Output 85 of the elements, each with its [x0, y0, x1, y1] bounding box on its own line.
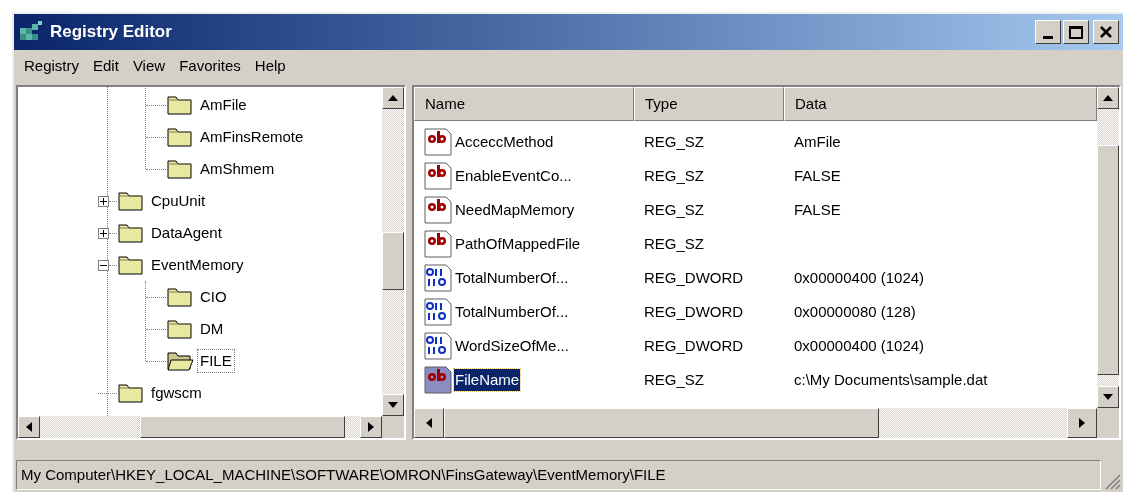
column-header[interactable]: Name	[414, 87, 634, 121]
column-header[interactable]: Type	[634, 87, 784, 121]
value-type: REG_DWORD	[644, 302, 744, 320]
binary-value-icon	[422, 331, 454, 361]
expand-button[interactable]	[98, 195, 109, 207]
scroll-up-button[interactable]	[382, 87, 404, 109]
value-data: 0x00000400 (1024)	[794, 268, 925, 286]
value-name[interactable]: PathOfMappedFile	[454, 232, 582, 256]
menu-item[interactable]: Edit	[87, 54, 125, 78]
value-data: 0x00000080 (128)	[794, 302, 916, 320]
value-type: REG_SZ	[644, 370, 704, 388]
scroll-right-button[interactable]	[360, 416, 382, 438]
scroll-up-button[interactable]	[1097, 87, 1119, 109]
string-value-icon	[422, 127, 454, 157]
value-name[interactable]: TotalNumberOf...	[454, 266, 570, 290]
up-arrow-icon	[388, 95, 398, 101]
tree-item[interactable]: EventMemory	[149, 253, 246, 277]
scroll-right-button[interactable]	[1067, 408, 1097, 438]
string-value-icon	[422, 229, 454, 259]
value-name[interactable]: FileName	[454, 368, 521, 392]
scrollbar-corner	[382, 416, 404, 438]
tree-item[interactable]: AmFinsRemote	[198, 125, 306, 149]
value-name[interactable]: EnableEventCo...	[454, 164, 573, 188]
collapse-button[interactable]	[98, 259, 109, 271]
window-title: Registry Editor	[50, 21, 172, 44]
down-arrow-icon	[388, 402, 398, 408]
menu-item[interactable]: View	[126, 54, 172, 78]
scroll-down-button[interactable]	[1097, 386, 1119, 408]
binary-value-icon	[422, 263, 454, 293]
value-name[interactable]: NeedMapMemory	[454, 198, 576, 222]
close-icon	[1099, 26, 1113, 38]
string-value-icon	[422, 365, 454, 395]
plus-icon	[100, 229, 107, 237]
value-data: 0x00000400 (1024)	[794, 336, 925, 354]
resize-grip-icon	[1103, 472, 1121, 490]
scrollbar-corner	[1097, 408, 1119, 438]
left-arrow-icon	[26, 422, 32, 432]
value-data: c:\My Documents\sample.dat	[794, 370, 988, 388]
status-path: My Computer\HKEY_LOCAL_MACHINE\SOFTWARE\OMRON\FinsGateway\EventMemory\FILE	[21, 464, 666, 485]
minimize-icon	[1043, 36, 1053, 39]
right-arrow-icon	[1079, 418, 1085, 428]
value-name[interactable]: TotalNumberOf...	[454, 300, 570, 324]
value-data: FALSE	[794, 166, 841, 184]
menu-item[interactable]: Registry	[18, 54, 85, 78]
scroll-left-button[interactable]	[414, 408, 444, 438]
scroll-thumb[interactable]	[1097, 145, 1119, 375]
value-type: REG_DWORD	[644, 336, 744, 354]
column-header[interactable]: Data	[784, 87, 1097, 121]
tree-item[interactable]: DM	[198, 317, 226, 341]
expand-button[interactable]	[98, 227, 109, 239]
menu-item[interactable]: Help	[248, 54, 292, 78]
tree-item[interactable]: CpuUnit	[149, 189, 208, 213]
tree-item[interactable]: CIO	[198, 285, 229, 309]
string-value-icon	[422, 195, 454, 225]
maximize-icon	[1069, 25, 1083, 39]
left-arrow-icon	[426, 418, 432, 428]
value-type: REG_SZ	[644, 132, 704, 150]
tree-item[interactable]: fgwscm	[149, 381, 204, 405]
value-data: AmFile	[794, 132, 841, 150]
value-name[interactable]: WordSizeOfMe...	[454, 334, 570, 358]
value-type: REG_SZ	[644, 166, 704, 184]
tree-item[interactable]: DataAgent	[149, 221, 224, 245]
value-type: REG_SZ	[644, 234, 704, 252]
down-arrow-icon	[1103, 394, 1113, 400]
minimize-button[interactable]	[1035, 20, 1061, 44]
maximize-button[interactable]	[1063, 20, 1089, 44]
right-arrow-icon	[368, 422, 374, 432]
up-arrow-icon	[1103, 95, 1113, 101]
value-name[interactable]: AcceccMethod	[454, 130, 555, 154]
value-type: REG_DWORD	[644, 268, 744, 286]
scroll-left-button[interactable]	[18, 416, 40, 438]
scroll-down-button[interactable]	[382, 394, 404, 416]
string-value-icon	[422, 161, 454, 191]
tree-item[interactable]: AmShmem	[198, 157, 277, 181]
binary-value-icon	[422, 297, 454, 327]
tree-item[interactable]: FILE	[198, 349, 234, 373]
value-data: FALSE	[794, 200, 841, 218]
scroll-thumb[interactable]	[140, 416, 345, 438]
plus-icon	[100, 197, 107, 205]
tree-item[interactable]: AmFile	[198, 93, 249, 117]
scroll-thumb[interactable]	[444, 408, 879, 438]
scroll-thumb[interactable]	[382, 232, 404, 290]
menu-item[interactable]: Favorites	[173, 54, 247, 78]
value-type: REG_SZ	[644, 200, 704, 218]
close-button[interactable]	[1093, 20, 1119, 44]
